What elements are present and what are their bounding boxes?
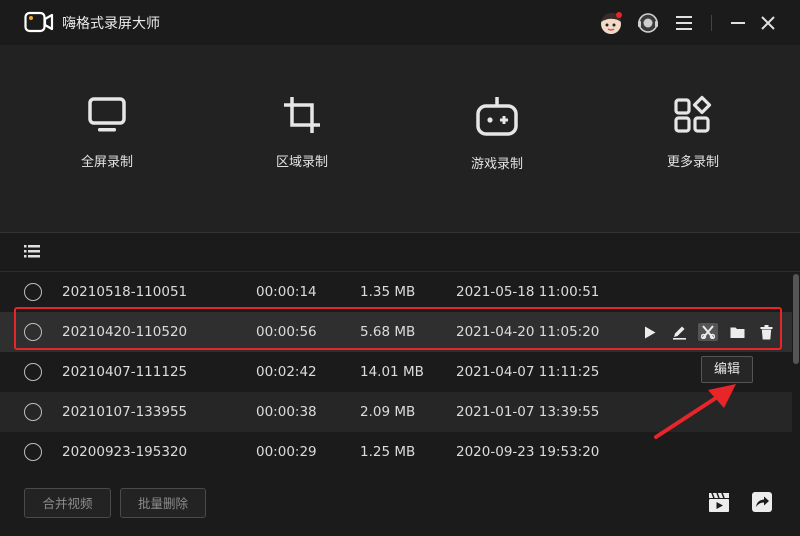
recording-size: 14.01 MB [360,364,424,380]
recording-name: 20210518-110051 [62,284,188,300]
recording-date: 2021-04-07 11:11:25 [456,364,600,380]
row-select-radio[interactable] [24,443,42,461]
user-avatar-icon[interactable] [598,10,624,36]
open-folder-icon[interactable] [727,323,747,341]
row-select-radio[interactable] [24,363,42,381]
edit-tooltip: 编辑 [701,356,753,383]
camera-logo-icon [24,11,54,33]
game-record-button[interactable]: 游戏录制 [442,95,552,195]
recording-duration: 00:00:56 [256,324,317,340]
annotation-arrow-icon [654,384,736,439]
video-clapper-icon[interactable] [708,491,730,513]
fullscreen-record-label: 全屏录制 [80,155,133,170]
gamepad-icon [476,97,518,136]
batch-delete-button[interactable]: 批量删除 [120,488,206,518]
recording-duration: 00:00:38 [256,404,317,420]
app-title: 嗨格式录屏大师 [62,16,160,32]
recording-size: 5.68 MB [360,324,416,340]
more-record-label: 更多录制 [666,155,719,170]
crop-icon [284,97,320,133]
recording-name: 20210407-111125 [62,364,188,380]
recording-name: 20210107-133955 [62,404,188,420]
recording-name: 20200923-195320 [62,444,188,460]
support-headset-icon[interactable] [635,10,661,36]
list-scrollbar[interactable] [792,272,800,472]
row-select-radio[interactable] [24,403,42,421]
list-toolbar [0,233,800,272]
recording-date: 2021-01-07 13:39:55 [456,404,600,420]
recording-duration: 00:02:42 [256,364,317,380]
recording-date: 2021-05-18 11:00:51 [456,284,600,300]
recording-duration: 00:00:14 [256,284,317,300]
fullscreen-record-button[interactable]: 全屏录制 [52,95,162,195]
game-record-label: 游戏录制 [470,157,523,172]
recording-duration: 00:00:29 [256,444,317,460]
play-icon[interactable] [640,323,660,341]
menu-icon[interactable] [671,10,697,36]
recording-row[interactable]: 20210420-110520 00:00:56 5.68 MB 2021-04… [0,312,792,352]
list-view-icon[interactable] [24,245,40,258]
close-icon[interactable] [755,10,781,36]
recording-row[interactable]: 20210518-110051 00:00:14 1.35 MB 2021-05… [0,272,792,312]
merge-videos-button[interactable]: 合并视频 [24,488,111,518]
delete-trash-icon[interactable] [756,323,776,341]
recording-modes-panel: 全屏录制 区域录制 游戏录制 更多录制 [0,45,800,233]
recording-size: 2.09 MB [360,404,416,420]
share-icon[interactable] [751,491,773,513]
scrollbar-thumb[interactable] [793,274,799,364]
monitor-icon [88,97,126,132]
titlebar-divider [711,15,712,31]
recording-name: 20210420-110520 [62,324,188,340]
recording-size: 1.25 MB [360,444,416,460]
minimize-icon[interactable] [725,10,751,36]
more-record-button[interactable]: 更多录制 [638,95,748,195]
region-record-button[interactable]: 区域录制 [247,95,357,195]
rename-pen-icon[interactable] [669,323,689,341]
recording-list: 20210518-110051 00:00:14 1.35 MB 2021-05… [0,272,792,472]
recording-size: 1.35 MB [360,284,416,300]
footer-bar: 合并视频 批量删除 [0,472,800,536]
row-select-radio[interactable] [24,323,42,341]
more-grid-icon [674,95,712,133]
recording-date: 2021-04-20 11:05:20 [456,324,600,340]
region-record-label: 区域录制 [275,155,328,170]
edit-scissors-icon[interactable] [698,323,718,341]
row-actions [640,323,776,341]
title-bar: 嗨格式录屏大师 [0,0,800,45]
recording-date: 2020-09-23 19:53:20 [456,444,600,460]
row-select-radio[interactable] [24,283,42,301]
